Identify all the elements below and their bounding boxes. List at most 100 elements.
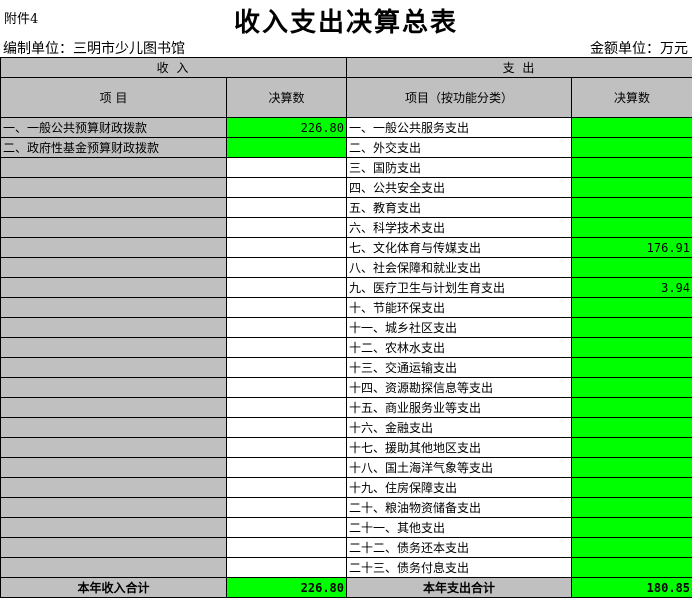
expense-item-cell[interactable]: 十八、国土海洋气象等支出	[346, 457, 573, 478]
expense-amount-cell[interactable]	[571, 357, 692, 378]
income-item-cell[interactable]	[0, 417, 227, 438]
expense-item-cell[interactable]: 六、科学技术支出	[346, 217, 573, 238]
expense-item-cell[interactable]: 五、教育支出	[346, 197, 573, 218]
income-item-cell[interactable]	[0, 277, 227, 298]
income-item-cell[interactable]	[0, 177, 227, 198]
expense-item-cell[interactable]: 二十三、债务付息支出	[346, 557, 573, 578]
expense-item-cell[interactable]: 十、节能环保支出	[346, 297, 573, 318]
expense-item-cell[interactable]: 九、医疗卫生与计划生育支出	[346, 277, 573, 298]
expense-item-cell[interactable]: 十二、农林水支出	[346, 337, 573, 358]
expense-amount-cell[interactable]	[571, 397, 692, 418]
income-item-cell[interactable]	[0, 157, 227, 178]
table-row: 十八、国土海洋气象等支出	[0, 457, 692, 478]
income-amount-cell[interactable]	[225, 377, 348, 398]
expense-item-cell[interactable]: 十七、援助其他地区支出	[346, 437, 573, 458]
income-amount-cell[interactable]	[225, 197, 348, 218]
expense-item-cell[interactable]: 二十二、债务还本支出	[346, 537, 573, 558]
expense-item-cell[interactable]: 十一、城乡社区支出	[346, 317, 573, 338]
income-amount-cell[interactable]	[225, 557, 348, 578]
expense-item-cell[interactable]: 四、公共安全支出	[346, 177, 573, 198]
income-item-cell[interactable]	[0, 317, 227, 338]
expense-item-cell[interactable]: 二十、粮油物资储备支出	[346, 497, 573, 518]
expense-amount-cell[interactable]: 3.94	[571, 277, 692, 298]
expense-amount-cell[interactable]	[571, 417, 692, 438]
income-item-cell[interactable]	[0, 557, 227, 578]
expense-item-cell[interactable]: 七、文化体育与传媒支出	[346, 237, 573, 258]
expense-item-cell[interactable]: 十九、住房保障支出	[346, 477, 573, 498]
expense-item-cell[interactable]: 十四、资源勘探信息等支出	[346, 377, 573, 398]
expense-item-cell[interactable]: 一、一般公共服务支出	[346, 117, 573, 138]
table-row: 十九、住房保障支出	[0, 477, 692, 498]
expense-amount-cell[interactable]	[571, 557, 692, 578]
income-item-cell[interactable]: 一、一般公共预算财政拨款	[0, 117, 227, 138]
income-item-cell[interactable]	[0, 217, 227, 238]
expense-item-cell[interactable]: 十五、商业服务业等支出	[346, 397, 573, 418]
income-amount-cell[interactable]	[225, 177, 348, 198]
income-item-cell[interactable]	[0, 537, 227, 558]
income-item-cell[interactable]	[0, 297, 227, 318]
expense-item-cell[interactable]: 二、外交支出	[346, 137, 573, 158]
income-item-header: 项 目	[0, 77, 227, 118]
income-item-cell[interactable]	[0, 197, 227, 218]
income-item-cell[interactable]	[0, 517, 227, 538]
income-item-cell[interactable]	[0, 497, 227, 518]
income-amount-cell[interactable]	[225, 237, 348, 258]
income-amount-cell[interactable]	[225, 537, 348, 558]
expense-amount-cell[interactable]	[571, 157, 692, 178]
expense-amount-cell[interactable]	[571, 457, 692, 478]
income-item-cell[interactable]	[0, 477, 227, 498]
expense-amount-cell[interactable]	[571, 437, 692, 458]
expense-amount-cell[interactable]	[571, 517, 692, 538]
expense-item-cell[interactable]: 二十一、其他支出	[346, 517, 573, 538]
expense-item-cell[interactable]: 八、社会保障和就业支出	[346, 257, 573, 278]
expense-amount-cell[interactable]	[571, 497, 692, 518]
expense-amount-cell[interactable]	[571, 217, 692, 238]
income-item-cell[interactable]	[0, 437, 227, 458]
expense-amount-cell[interactable]	[571, 317, 692, 338]
income-amount-cell[interactable]	[225, 157, 348, 178]
income-item-cell[interactable]	[0, 257, 227, 278]
income-item-cell[interactable]	[0, 457, 227, 478]
income-total-value[interactable]: 226.80	[225, 577, 348, 598]
expense-amount-cell[interactable]: 176.91	[571, 237, 692, 258]
income-amount-cell[interactable]	[225, 417, 348, 438]
expense-amount-cell[interactable]	[571, 117, 692, 138]
income-item-cell[interactable]: 二、政府性基金预算财政拨款	[0, 137, 227, 158]
income-amount-cell[interactable]	[225, 297, 348, 318]
expense-item-cell[interactable]: 三、国防支出	[346, 157, 573, 178]
expense-item-cell[interactable]: 十三、交通运输支出	[346, 357, 573, 378]
expense-amount-cell[interactable]	[571, 477, 692, 498]
income-item-cell[interactable]	[0, 357, 227, 378]
income-amount-cell[interactable]	[225, 497, 348, 518]
expense-amount-cell[interactable]	[571, 177, 692, 198]
expense-total-value[interactable]: 180.85	[571, 577, 692, 598]
income-amount-cell[interactable]	[225, 457, 348, 478]
income-amount-cell[interactable]	[225, 257, 348, 278]
expense-amount-cell[interactable]	[571, 197, 692, 218]
income-item-cell[interactable]	[0, 337, 227, 358]
income-amount-cell[interactable]	[225, 317, 348, 338]
expense-amount-cell[interactable]	[571, 377, 692, 398]
expense-amount-cell[interactable]	[571, 257, 692, 278]
expense-amount-cell[interactable]	[571, 297, 692, 318]
income-amount-cell[interactable]: 226.80	[225, 117, 348, 138]
table-row: 九、医疗卫生与计划生育支出 3.94	[0, 277, 692, 298]
income-amount-cell[interactable]	[225, 337, 348, 358]
income-amount-cell[interactable]	[225, 277, 348, 298]
income-amount-cell[interactable]	[225, 357, 348, 378]
income-amount-cell[interactable]	[225, 137, 348, 158]
income-item-cell[interactable]	[0, 237, 227, 258]
income-item-cell[interactable]	[0, 397, 227, 418]
income-amount-cell[interactable]	[225, 397, 348, 418]
expense-amount-cell[interactable]	[571, 337, 692, 358]
expense-item-cell[interactable]: 十六、金融支出	[346, 417, 573, 438]
expense-amount-cell[interactable]	[571, 537, 692, 558]
table-row: 二十、粮油物资储备支出	[0, 497, 692, 518]
income-amount-cell[interactable]	[225, 217, 348, 238]
income-item-cell[interactable]	[0, 377, 227, 398]
expense-amount-cell[interactable]	[571, 137, 692, 158]
table-row: 二、政府性基金预算财政拨款 二、外交支出	[0, 137, 692, 158]
income-amount-cell[interactable]	[225, 437, 348, 458]
income-amount-cell[interactable]	[225, 477, 348, 498]
income-amount-cell[interactable]	[225, 517, 348, 538]
